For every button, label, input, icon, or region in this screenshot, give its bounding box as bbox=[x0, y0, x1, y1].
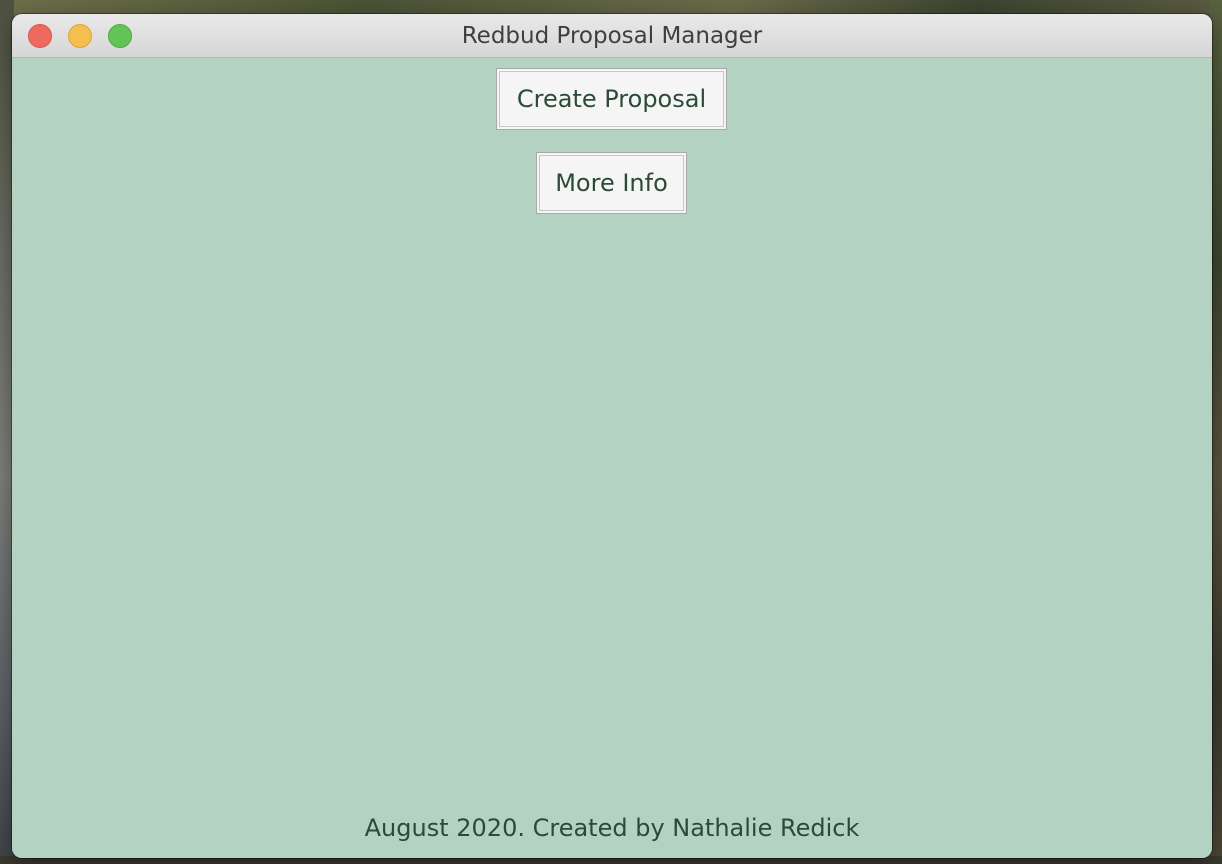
app-window: Redbud Proposal Manager Create Proposal … bbox=[12, 14, 1212, 858]
title-bar[interactable]: Redbud Proposal Manager bbox=[12, 14, 1212, 58]
footer-credit: August 2020. Created by Nathalie Redick bbox=[364, 814, 860, 842]
main-content: Create Proposal More Info August 2020. C… bbox=[12, 58, 1212, 858]
more-info-button[interactable]: More Info bbox=[536, 152, 687, 214]
window-title: Redbud Proposal Manager bbox=[461, 23, 763, 49]
create-proposal-button[interactable]: Create Proposal bbox=[496, 68, 727, 130]
desktop-background-top bbox=[0, 0, 1222, 14]
